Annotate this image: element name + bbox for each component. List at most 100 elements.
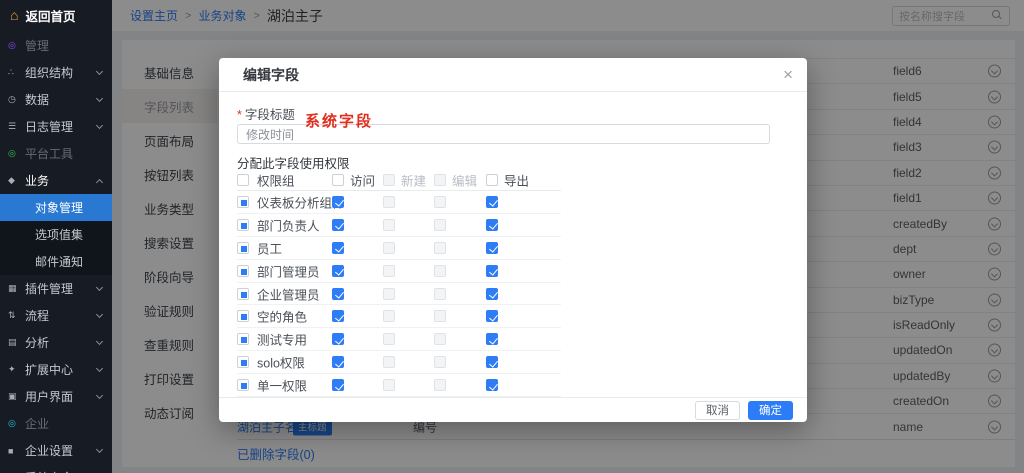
sidebar-home-link[interactable]: ⌂ 返回首页 <box>0 0 112 30</box>
perm-table-header: 权限组访问新建编辑导出 <box>237 170 561 191</box>
flow-icon: ⇅ <box>8 310 23 321</box>
perm-checkbox-导出[interactable] <box>486 333 498 345</box>
perm-group-label: 空的角色 <box>257 307 307 326</box>
perm-group-checkbox[interactable] <box>237 288 249 300</box>
sidebar-item-label: 企业 <box>25 415 104 432</box>
perm-checkbox-访问[interactable] <box>332 310 344 322</box>
perm-header-group-checkbox[interactable] <box>237 174 249 186</box>
sidebar-item-系统安全[interactable]: ●系统安全 <box>0 464 112 473</box>
perm-checkbox-访问[interactable] <box>332 219 344 231</box>
sidebar-item-数据[interactable]: ◷数据 <box>0 86 112 113</box>
modal-footer: 取消 确定 <box>219 397 807 422</box>
sidebar-item-企业设置[interactable]: ■企业设置 <box>0 437 112 464</box>
sidebar-item-管理[interactable]: ◎管理 <box>0 32 112 59</box>
perm-checkbox-编辑 <box>434 219 446 231</box>
chevron-down-icon <box>96 338 103 345</box>
circle-icon: ◎ <box>8 148 23 159</box>
chevron-down-icon <box>96 446 103 453</box>
perm-group-checkbox[interactable] <box>237 265 249 277</box>
perm-checkbox-导出[interactable] <box>486 242 498 254</box>
perm-checkbox-导出[interactable] <box>486 196 498 208</box>
perm-checkbox-新建 <box>383 265 395 277</box>
sidebar-item-label: 企业设置 <box>25 442 97 459</box>
sidebar-item-企业[interactable]: ◎企业 <box>0 410 112 437</box>
sidebar-item-邮件通知[interactable]: 邮件通知 <box>0 248 112 275</box>
chevron-down-icon <box>96 284 103 291</box>
perm-checkbox-导出[interactable] <box>486 356 498 368</box>
modal-header: 编辑字段 × <box>219 58 807 92</box>
sidebar-item-label: 分析 <box>25 334 97 351</box>
perm-group-label: 企业管理员 <box>257 284 320 303</box>
perm-checkbox-访问[interactable] <box>332 242 344 254</box>
chevron-up-icon <box>96 178 103 185</box>
required-asterisk: * <box>237 108 242 122</box>
perm-checkbox-导出[interactable] <box>486 219 498 231</box>
building-icon: ■ <box>8 446 23 456</box>
sidebar-item-业务[interactable]: ◆业务 <box>0 167 112 194</box>
perm-group-checkbox[interactable] <box>237 310 249 322</box>
sidebar-item-label: 业务 <box>25 172 97 189</box>
perm-checkbox-访问[interactable] <box>332 356 344 368</box>
perm-checkbox-访问[interactable] <box>332 265 344 277</box>
perm-group-label: 部门负责人 <box>257 215 320 234</box>
perm-checkbox-访问[interactable] <box>332 196 344 208</box>
sidebar-item-label: 邮件通知 <box>35 253 104 270</box>
perm-row-空的角色: 空的角色 <box>237 305 561 328</box>
sidebar: ⌂ 返回首页 ◎管理∴组织结构◷数据☰日志管理◎平台工具◆业务对象管理选项值集邮… <box>0 0 112 473</box>
perm-group-label: 测试专用 <box>257 330 307 349</box>
perm-group-checkbox[interactable] <box>237 356 249 368</box>
perm-checkbox-访问[interactable] <box>332 288 344 300</box>
sidebar-item-分析[interactable]: ▤分析 <box>0 329 112 356</box>
chevron-down-icon <box>96 122 103 129</box>
sidebar-item-插件管理[interactable]: ▦插件管理 <box>0 275 112 302</box>
modal-title: 编辑字段 <box>243 65 783 85</box>
perm-checkbox-新建 <box>383 196 395 208</box>
perm-row-部门负责人: 部门负责人 <box>237 214 561 237</box>
sidebar-item-扩展中心[interactable]: ✦扩展中心 <box>0 356 112 383</box>
sidebar-item-组织结构[interactable]: ∴组织结构 <box>0 59 112 86</box>
sidebar-item-用户界面[interactable]: ▣用户界面 <box>0 383 112 410</box>
perm-group-label: 员工 <box>257 238 282 257</box>
sidebar-item-选项值集[interactable]: 选项值集 <box>0 221 112 248</box>
app-root: ⌂ 返回首页 ◎管理∴组织结构◷数据☰日志管理◎平台工具◆业务对象管理选项值集邮… <box>0 0 1024 473</box>
sidebar-item-平台工具[interactable]: ◎平台工具 <box>0 140 112 167</box>
cancel-button[interactable]: 取消 <box>695 401 740 420</box>
close-icon[interactable]: × <box>783 66 793 83</box>
sidebar-item-流程[interactable]: ⇅流程 <box>0 302 112 329</box>
chevron-down-icon <box>96 392 103 399</box>
perm-header-checkbox-编辑 <box>434 174 446 186</box>
perm-group-checkbox[interactable] <box>237 219 249 231</box>
perm-header-checkbox-访问[interactable] <box>332 174 344 186</box>
perm-group-checkbox[interactable] <box>237 379 249 391</box>
perm-checkbox-访问[interactable] <box>332 379 344 391</box>
perm-checkbox-导出[interactable] <box>486 288 498 300</box>
perm-checkbox-编辑 <box>434 288 446 300</box>
perm-checkbox-导出[interactable] <box>486 379 498 391</box>
perm-row-部门管理员: 部门管理员 <box>237 260 561 283</box>
perm-group-checkbox[interactable] <box>237 242 249 254</box>
perm-checkbox-编辑 <box>434 242 446 254</box>
sidebar-item-日志管理[interactable]: ☰日志管理 <box>0 113 112 140</box>
sidebar-item-label: 管理 <box>25 37 104 54</box>
perm-checkbox-访问[interactable] <box>332 333 344 345</box>
perm-header-checkbox-导出[interactable] <box>486 174 498 186</box>
field-title-label: *字段标题 <box>237 104 295 123</box>
perm-checkbox-新建 <box>383 219 395 231</box>
sidebar-item-label: 日志管理 <box>25 118 97 135</box>
perm-checkbox-编辑 <box>434 356 446 368</box>
clock-icon: ◷ <box>8 94 23 105</box>
perm-group-checkbox[interactable] <box>237 196 249 208</box>
extension-icon: ✦ <box>8 364 23 375</box>
perm-checkbox-导出[interactable] <box>486 310 498 322</box>
perm-group-label: 单一权限 <box>257 376 307 395</box>
ok-button[interactable]: 确定 <box>748 401 793 420</box>
chevron-down-icon <box>96 311 103 318</box>
perm-header-group-label: 权限组 <box>257 171 295 190</box>
system-field-annotation: 系统字段 <box>305 110 373 131</box>
sidebar-item-label: 选项值集 <box>35 226 104 243</box>
sidebar-item-对象管理[interactable]: 对象管理 <box>0 194 112 221</box>
chevron-down-icon <box>96 68 103 75</box>
perm-group-checkbox[interactable] <box>237 333 249 345</box>
sidebar-item-label: 平台工具 <box>25 145 104 162</box>
perm-checkbox-导出[interactable] <box>486 265 498 277</box>
